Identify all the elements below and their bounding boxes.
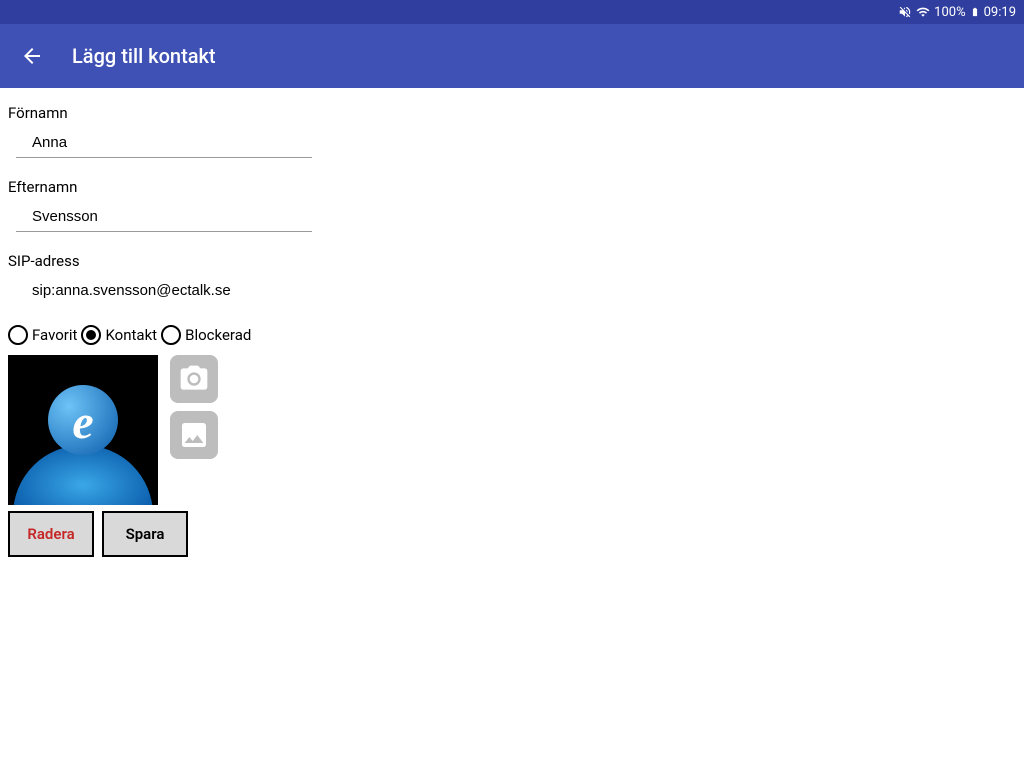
clock: 09:19 [984,5,1016,20]
radio-contact-label: Kontakt [105,326,157,344]
mute-icon [898,5,912,19]
arrow-left-icon [20,44,44,68]
radio-blocked[interactable]: Blockerad [161,325,251,345]
radio-contact[interactable]: Kontakt [81,325,157,345]
content: Förnamn Efternamn SIP-adress Favorit Kon… [0,88,1024,573]
gallery-button[interactable] [170,411,218,459]
radio-favorite-label: Favorit [32,326,77,344]
radio-dot-icon [86,330,96,340]
battery-icon [970,5,980,19]
radio-blocked-label: Blockerad [185,326,251,344]
radio-circle-icon [81,325,101,345]
app-bar: Lägg till kontakt [0,24,1024,88]
camera-button[interactable] [170,355,218,403]
firstname-label: Förnamn [8,104,312,122]
camera-icon [178,363,210,395]
sip-input[interactable] [16,278,312,305]
radio-favorite[interactable]: Favorit [8,325,77,345]
save-button[interactable]: Spara [102,511,188,557]
field-lastname: Efternamn [8,178,312,232]
field-firstname: Förnamn [8,104,312,158]
button-row: Radera Spara [8,511,1016,557]
radio-circle-icon [8,325,28,345]
delete-button[interactable]: Radera [8,511,94,557]
avatar: e [8,355,158,505]
photo-actions [170,355,218,459]
wifi-icon [916,5,930,19]
photo-row: e [8,355,1016,505]
battery-pct: 100% [934,5,965,20]
lastname-label: Efternamn [8,178,312,196]
page-title: Lägg till kontakt [72,44,216,68]
status-bar: 100% 09:19 [0,0,1024,24]
sip-label: SIP-adress [8,252,312,270]
radio-group: Favorit Kontakt Blockerad [8,325,1016,345]
back-button[interactable] [20,44,44,68]
lastname-input[interactable] [16,204,312,232]
image-icon [178,419,210,451]
firstname-input[interactable] [16,130,312,158]
field-sip: SIP-adress [8,252,312,305]
radio-circle-icon [161,325,181,345]
